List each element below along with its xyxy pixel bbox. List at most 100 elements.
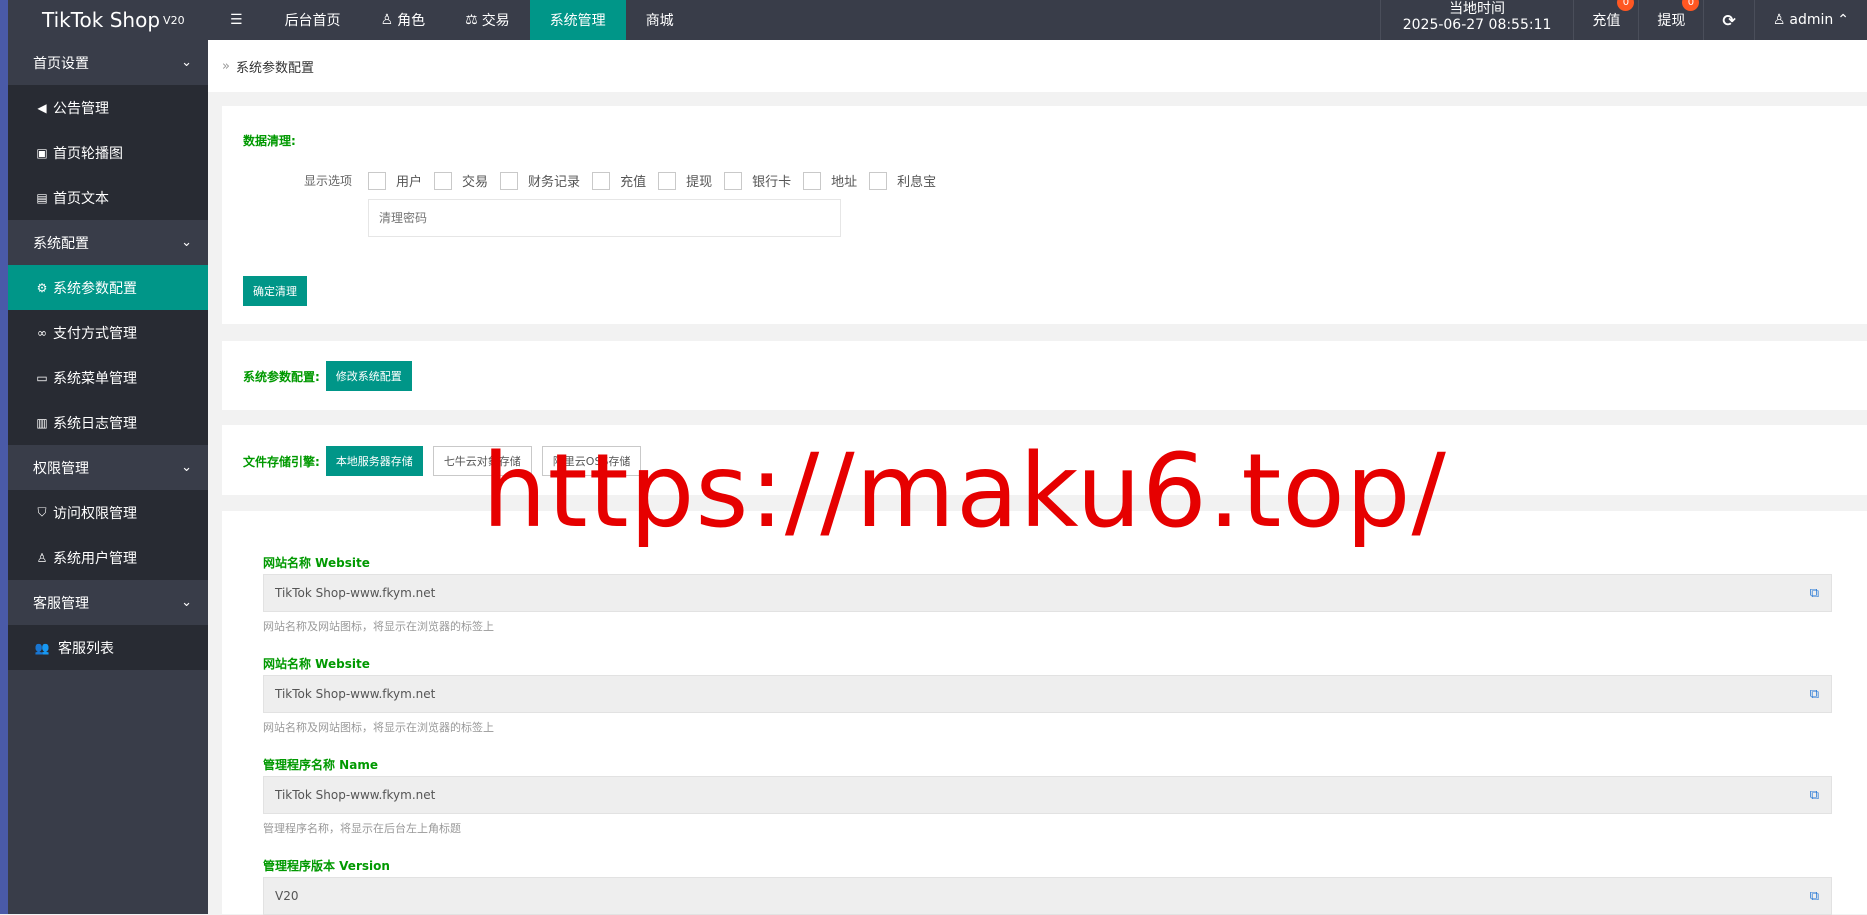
storage-aliyun-button[interactable]: 阿里云OSS存储 <box>541 446 642 476</box>
sidebar-item-label: 公告管理 <box>53 100 109 117</box>
sidebar-item-announcement[interactable]: ◀ 公告管理 <box>8 85 208 130</box>
username: admin <box>1789 12 1834 28</box>
sidebar-item-system-menu[interactable]: ▭ 系统菜单管理 <box>8 355 208 400</box>
sidebar-group-label: 首页设置 <box>33 55 89 72</box>
nav-label: 交易 <box>481 13 510 29</box>
field-input-website[interactable]: TikTok Shop-www.fkym.net ⧉ <box>263 574 1832 612</box>
checkbox-bankcard[interactable] <box>724 171 743 190</box>
sidebar-item-label: 系统用户管理 <box>53 550 137 567</box>
checkbox-address[interactable] <box>803 171 822 190</box>
copy-icon[interactable]: ⧉ <box>1810 687 1819 702</box>
recharge-label: 充值 <box>1592 13 1621 29</box>
gear-icon: ⚙ <box>36 280 48 295</box>
nav-trades[interactable]: ⚖ 交易 <box>445 0 530 40</box>
checkbox-label: 交易 <box>462 175 489 190</box>
checkbox-label: 充值 <box>620 175 647 190</box>
checkbox-interest[interactable] <box>869 171 888 190</box>
field-input-app-version[interactable]: V20 ⧉ <box>263 877 1832 915</box>
clean-password-input[interactable] <box>368 199 841 237</box>
user-icon: ♙ <box>380 12 394 28</box>
field-label-website-2: 网站名称 Website <box>263 657 370 671</box>
local-time-label: 当地时间 <box>1449 1 1506 17</box>
left-edge-strip <box>0 0 8 914</box>
storage-engine-label: 文件存储引擎: <box>243 454 320 469</box>
field-input-app-name[interactable]: TikTok Shop-www.fkym.net ⧉ <box>263 776 1832 814</box>
user-icon: ♙ <box>1772 12 1786 28</box>
checkbox-finance[interactable] <box>500 171 519 190</box>
nav-system-management[interactable]: 系统管理 <box>529 0 626 40</box>
checkbox-users[interactable] <box>368 171 387 190</box>
system-config-label: 系统参数配置: <box>243 369 320 384</box>
field-label-app-version: 管理程序版本 Version <box>263 859 390 873</box>
storage-local-button[interactable]: 本地服务器存储 <box>325 446 423 476</box>
checkbox-withdraw[interactable] <box>658 171 677 190</box>
sidebar-group-customer-service[interactable]: 客服管理 ⌄ <box>8 580 208 625</box>
top-navbar: ☰ 后台首页 ♙ 角色 ⚖ 交易 系统管理 商城 当地时间 2025-06-27 0… <box>208 0 1867 40</box>
sidebar-group-label: 系统配置 <box>33 235 89 252</box>
file-icon: ▤ <box>36 190 48 205</box>
withdraw-label: 提现 <box>1657 13 1686 29</box>
copy-icon[interactable]: ⧉ <box>1810 788 1819 803</box>
chevron-down-icon: ⌄ <box>181 595 192 610</box>
field-label-website: 网站名称 Website <box>263 556 370 570</box>
sidebar-group-permissions[interactable]: 权限管理 ⌄ <box>8 445 208 490</box>
local-time-value: 2025-06-27 08:55:11 <box>1402 17 1552 33</box>
copy-icon[interactable]: ⧉ <box>1810 586 1819 601</box>
app-logo[interactable]: TikTok Shop V20 <box>8 0 208 40</box>
field-help: 管理程序名称，将显示在后台左上角标题 <box>263 822 461 835</box>
sidebar-item-system-logs[interactable]: ▥ 系统日志管理 <box>8 400 208 445</box>
sidebar-item-access-permissions[interactable]: ⛉ 访问权限管理 <box>8 490 208 535</box>
sidebar-item-carousel[interactable]: ▣ 首页轮播图 <box>8 130 208 175</box>
speaker-icon: ◀ <box>37 100 47 115</box>
system-config-card: 系统参数配置: 修改系统配置 <box>222 341 1867 410</box>
sidebar-group-label: 权限管理 <box>33 460 89 477</box>
image-icon: ▣ <box>36 145 48 160</box>
checkbox-label: 银行卡 <box>752 175 792 190</box>
nav-roles[interactable]: ♙ 角色 <box>361 0 446 40</box>
refresh-icon[interactable]: ⟳ <box>1703 0 1753 40</box>
breadcrumb: » 系统参数配置 <box>208 40 1867 92</box>
withdraw-button[interactable]: 提现 0 <box>1638 0 1703 40</box>
field-input-website-2[interactable]: TikTok Shop-www.fkym.net ⧉ <box>263 675 1832 713</box>
edit-system-config-button[interactable]: 修改系统配置 <box>325 361 412 391</box>
confirm-clean-button[interactable]: 确定清理 <box>243 276 307 306</box>
clean-options-row: 显示选项 用户 交易 财务记录 充值 提现 银行卡 地址 利息宝 <box>304 171 948 190</box>
chevron-down-icon: ⌄ <box>181 460 192 475</box>
nav-dashboard[interactable]: 后台首页 <box>265 0 361 40</box>
sidebar-item-label: 首页文本 <box>53 190 109 207</box>
menu-icon: ▭ <box>36 370 48 385</box>
checkbox-trades[interactable] <box>434 171 453 190</box>
field-help: 网站名称及网站图标，将显示在浏览器的标签上 <box>263 721 494 734</box>
sidebar-item-payment-methods[interactable]: ∞ 支付方式管理 <box>8 310 208 355</box>
recharge-button[interactable]: 充值 0 <box>1573 0 1638 40</box>
field-help: 网站名称及网站图标，将显示在浏览器的标签上 <box>263 620 494 633</box>
data-clean-card: 数据清理: 显示选项 用户 交易 财务记录 充值 提现 银行卡 地址 利息宝 确… <box>222 106 1867 324</box>
sidebar-item-home-text[interactable]: ▤ 首页文本 <box>8 175 208 220</box>
sidebar: TikTok Shop V20 首页设置 ⌄ ◀ 公告管理 ▣ 首页轮播图 ▤ 首… <box>8 0 208 914</box>
sidebar-item-system-params[interactable]: ⚙ 系统参数配置 <box>8 265 208 310</box>
sidebar-item-cs-list[interactable]: 👥 客服列表 <box>8 625 208 670</box>
storage-qiniu-button[interactable]: 七牛云对象存储 <box>432 446 532 476</box>
sidebar-group-system-config[interactable]: 系统配置 ⌄ <box>8 220 208 265</box>
sidebar-item-label: 系统菜单管理 <box>53 370 137 387</box>
sidebar-item-label: 访问权限管理 <box>53 505 137 522</box>
nav-label: 角色 <box>397 13 426 29</box>
user-menu[interactable]: ♙ admin ⌃ <box>1753 0 1867 40</box>
sidebar-group-home-settings[interactable]: 首页设置 ⌄ <box>8 40 208 85</box>
scale-icon: ⚖ <box>465 12 478 28</box>
breadcrumb-current: 系统参数配置 <box>235 60 314 76</box>
field-value: TikTok Shop-www.fkym.net <box>275 788 436 802</box>
checkbox-recharge[interactable] <box>592 171 611 190</box>
double-chevron-icon: » <box>222 58 230 74</box>
shield-icon: ⛉ <box>37 505 47 519</box>
sidebar-item-label: 支付方式管理 <box>53 325 137 342</box>
copy-icon[interactable]: ⧉ <box>1810 889 1819 904</box>
sidebar-group-label: 客服管理 <box>33 595 89 612</box>
checkbox-label: 利息宝 <box>897 175 937 190</box>
menu-toggle-icon[interactable]: ☰ <box>208 0 265 40</box>
field-value: TikTok Shop-www.fkym.net <box>275 586 436 600</box>
link-icon: ∞ <box>37 325 47 340</box>
sidebar-item-system-users[interactable]: ♙ 系统用户管理 <box>8 535 208 580</box>
recharge-badge: 0 <box>1617 0 1635 11</box>
nav-mall[interactable]: 商城 <box>626 0 694 40</box>
